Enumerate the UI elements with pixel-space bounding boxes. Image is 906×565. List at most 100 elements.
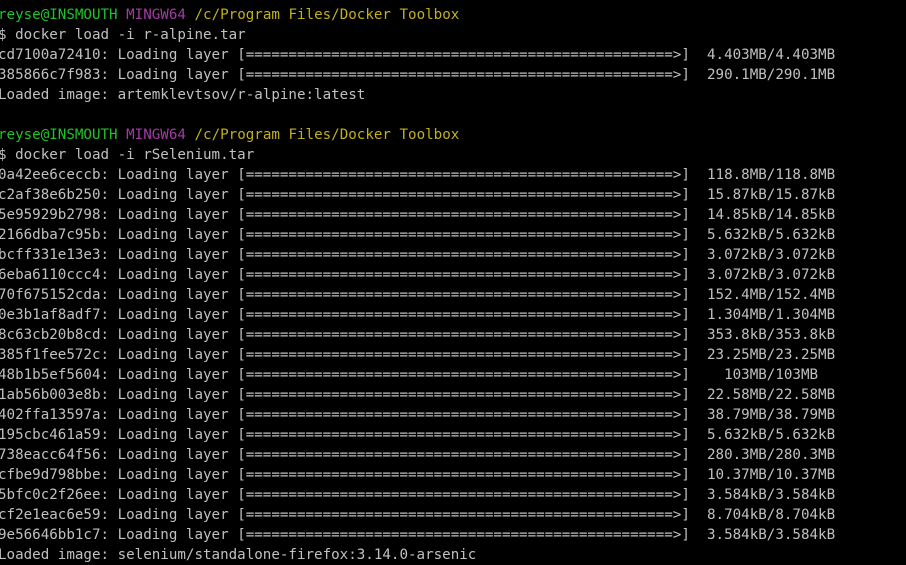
layer-progress-line: cd7100a72410: Loading layer [===========… <box>0 47 836 63</box>
layer-progress-bar: [=======================================… <box>237 187 690 203</box>
layer-progress-bar: [=======================================… <box>237 507 690 523</box>
layer-progress-bar: [=======================================… <box>237 327 690 343</box>
layer-id: 9e56646bb1c7 <box>0 527 101 543</box>
layer-progress-bar: [=======================================… <box>237 47 690 63</box>
layer-progress-bar: [=======================================… <box>237 307 690 323</box>
layer-id: cf2e1eac6e59 <box>0 507 101 523</box>
layer-status: Loading layer <box>117 207 229 223</box>
layer-id: 385f1fee572c <box>0 347 101 363</box>
layer-status: Loading layer <box>117 47 229 63</box>
load-result-line: Loaded image: selenium/standalone-firefo… <box>0 547 477 563</box>
layer-status: Loading layer <box>117 527 229 543</box>
layer-size: 3.584kB/3.584kB <box>707 487 836 503</box>
layer-progress-bar: [=======================================… <box>237 487 690 503</box>
layer-size: 5.632kB/5.632kB <box>707 427 836 443</box>
layer-status: Loading layer <box>117 247 229 263</box>
layer-status: Loading layer <box>117 407 229 423</box>
layer-id: 70f675152cda <box>0 287 101 303</box>
layer-progress-line: 402ffa13597a: Loading layer [===========… <box>0 407 836 423</box>
layer-progress-bar: [=======================================… <box>237 287 690 303</box>
layer-status: Loading layer <box>117 167 229 183</box>
layer-progress-bar: [=======================================… <box>237 167 690 183</box>
layer-progress-bar: [=======================================… <box>237 347 690 363</box>
layer-progress-bar: [=======================================… <box>237 207 690 223</box>
layer-id: 385866c7f983 <box>0 67 101 83</box>
layer-progress-line: 0e3b1af8adf7: Loading layer [===========… <box>0 307 836 323</box>
layer-id: bcff331e13e3 <box>0 247 101 263</box>
command-line: $ docker load -i rSelenium.tar <box>0 147 255 163</box>
layer-progress-line: 5bfc0c2f26ee: Loading layer [===========… <box>0 487 836 503</box>
layer-id: 0e3b1af8adf7 <box>0 307 101 323</box>
layer-progress-line: 1ab56b003e8b: Loading layer [===========… <box>0 387 836 403</box>
layer-status: Loading layer <box>117 447 229 463</box>
layer-progress-bar: [=======================================… <box>237 367 690 383</box>
prompt-line: reyse@INSMOUTH MINGW64 /c/Program Files/… <box>0 125 906 145</box>
prompt-user-host: reyse@INSMOUTH <box>0 127 118 143</box>
prompt-shell: MINGW64 <box>126 7 186 23</box>
layer-progress-bar: [=======================================… <box>237 67 690 83</box>
layer-size: 353.8kB/353.8kB <box>707 327 836 343</box>
layer-status: Loading layer <box>117 347 229 363</box>
layer-id: 5e95929b2798 <box>0 207 101 223</box>
layer-id: 0a42ee6ceccb <box>0 167 101 183</box>
layer-status: Loading layer <box>117 487 229 503</box>
layer-size: 280.3MB/280.3MB <box>707 447 836 463</box>
layer-size: 10.37MB/10.37MB <box>707 467 836 483</box>
layer-status: Loading layer <box>117 467 229 483</box>
layer-size: 5.632kB/5.632kB <box>707 227 836 243</box>
layer-progress-line: c2af38e6b250: Loading layer [===========… <box>0 187 836 203</box>
layer-progress-bar: [=======================================… <box>237 227 690 243</box>
layer-progress-line: 8c63cb20b8cd: Loading layer [===========… <box>0 327 836 343</box>
layer-size: 3.072kB/3.072kB <box>707 267 836 283</box>
layer-progress-bar: [=======================================… <box>237 527 690 543</box>
layer-size: 15.87kB/15.87kB <box>707 187 836 203</box>
layer-id: 195cbc461a59 <box>0 427 101 443</box>
layer-id: 6eba6110ccc4 <box>0 267 101 283</box>
layer-progress-line: 48b1b5ef5604: Loading layer [===========… <box>0 367 819 383</box>
layer-size: 118.8MB/118.8MB <box>707 167 836 183</box>
layer-id: c2af38e6b250 <box>0 187 101 203</box>
layer-size: 1.304MB/1.304MB <box>707 307 836 323</box>
layer-size: 22.58MB/22.58MB <box>707 387 836 403</box>
layer-status: Loading layer <box>117 327 229 343</box>
prompt-shell: MINGW64 <box>126 127 186 143</box>
layer-status: Loading layer <box>117 507 229 523</box>
load-result-line: Loaded image: artemklevtsov/r-alpine:lat… <box>0 87 366 103</box>
layer-progress-line: 9e56646bb1c7: Loading layer [===========… <box>0 527 836 543</box>
layer-progress-line: 385866c7f983: Loading layer [===========… <box>0 67 836 83</box>
prompt-path: /c/Program Files/Docker Toolbox <box>194 127 460 143</box>
layer-progress-line: bcff331e13e3: Loading layer [===========… <box>0 247 836 263</box>
layer-progress-bar: [=======================================… <box>237 427 690 443</box>
layer-id: 8c63cb20b8cd <box>0 327 101 343</box>
layer-status: Loading layer <box>117 367 229 383</box>
layer-progress-line: 0a42ee6ceccb: Loading layer [===========… <box>0 167 836 183</box>
layer-status: Loading layer <box>117 427 229 443</box>
layer-size: 14.85kB/14.85kB <box>707 207 836 223</box>
layer-progress-line: 6eba6110ccc4: Loading layer [===========… <box>0 267 836 283</box>
layer-id: 1ab56b003e8b <box>0 387 101 403</box>
layer-status: Loading layer <box>117 287 229 303</box>
layer-progress-line: 2166dba7c95b: Loading layer [===========… <box>0 227 836 243</box>
terminal-output[interactable]: reyse@INSMOUTH MINGW64 /c/Program Files/… <box>0 5 906 565</box>
layer-progress-bar: [=======================================… <box>237 247 690 263</box>
layer-id: 402ffa13597a <box>0 407 101 423</box>
prompt-user-host: reyse@INSMOUTH <box>0 7 118 23</box>
layer-status: Loading layer <box>117 267 229 283</box>
layer-id: 738eacc64f56 <box>0 447 101 463</box>
layer-status: Loading layer <box>117 227 229 243</box>
layer-progress-bar: [=======================================… <box>237 267 690 283</box>
layer-progress-bar: [=======================================… <box>237 467 690 483</box>
command-line: $ docker load -i r-alpine.tar <box>0 27 246 43</box>
layer-status: Loading layer <box>117 187 229 203</box>
layer-status: Loading layer <box>117 387 229 403</box>
layer-id: cd7100a72410 <box>0 47 101 63</box>
layer-status: Loading layer <box>117 307 229 323</box>
layer-size: 23.25MB/23.25MB <box>707 347 836 363</box>
layer-progress-bar: [=======================================… <box>237 447 690 463</box>
layer-progress-line: 385f1fee572c: Loading layer [===========… <box>0 347 836 363</box>
layer-size: 3.072kB/3.072kB <box>707 247 836 263</box>
layer-size: 4.403MB/4.403MB <box>707 47 836 63</box>
layer-size: 152.4MB/152.4MB <box>707 287 836 303</box>
layer-id: cfbe9d798bbe <box>0 467 101 483</box>
